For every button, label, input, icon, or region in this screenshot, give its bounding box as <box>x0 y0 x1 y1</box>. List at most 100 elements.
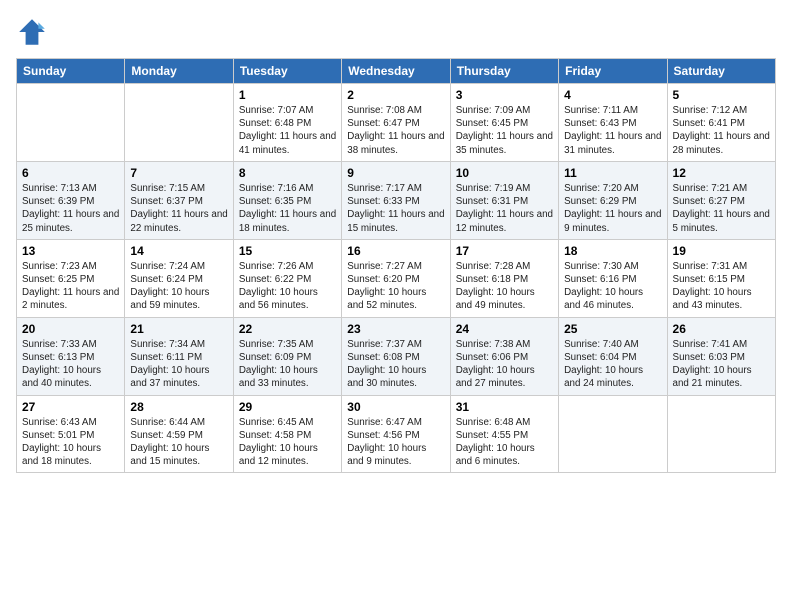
calendar-cell: 19 Sunrise: 7:31 AM Sunset: 6:15 PM Dayli… <box>667 239 775 317</box>
day-number: 7 <box>130 166 227 180</box>
calendar-cell: 13Sunrise: 7:23 AM Sunset: 6:25 PM Dayli… <box>17 239 125 317</box>
day-number: 22 <box>239 322 336 336</box>
day-number: 31 <box>456 400 553 414</box>
day-number: 9 <box>347 166 444 180</box>
day-number: 6 <box>22 166 119 180</box>
day-detail: Sunrise: 7:13 AM Sunset: 6:39 PM Dayligh… <box>22 182 119 235</box>
day-number: 16 <box>347 244 444 258</box>
calendar-table: SundayMondayTuesdayWednesdayThursdayFrid… <box>16 58 776 473</box>
weekday-header: Friday <box>559 59 667 84</box>
day-detail: Sunrise: 7:30 AM Sunset: 6:16 PM Dayligh… <box>564 260 661 313</box>
calendar-cell: 15Sunrise: 7:26 AM Sunset: 6:22 PM Dayli… <box>233 239 341 317</box>
calendar-cell: 14 Sunrise: 7:24 AM Sunset: 6:24 PM Dayli… <box>125 239 233 317</box>
day-detail: Sunrise: 7:26 AM Sunset: 6:22 PM Dayligh… <box>239 260 336 313</box>
calendar-cell: 16 Sunrise: 7:27 AM Sunset: 6:20 PM Dayli… <box>342 239 450 317</box>
day-detail: Sunrise: 7:34 AM Sunset: 6:11 PM Dayligh… <box>130 338 227 391</box>
calendar-cell <box>125 84 233 162</box>
day-number: 23 <box>347 322 444 336</box>
calendar-cell: 7 Sunrise: 7:15 AM Sunset: 6:37 PM Daylig… <box>125 161 233 239</box>
day-number: 24 <box>456 322 553 336</box>
day-detail: Sunrise: 7:35 AM Sunset: 6:09 PM Dayligh… <box>239 338 336 391</box>
day-detail: Sunrise: 6:45 AM Sunset: 4:58 PM Dayligh… <box>239 416 336 469</box>
day-detail: Sunrise: 7:37 AM Sunset: 6:08 PM Dayligh… <box>347 338 444 391</box>
day-number: 1 <box>239 88 336 102</box>
day-detail: Sunrise: 6:44 AM Sunset: 4:59 PM Dayligh… <box>130 416 227 469</box>
day-number: 19 <box>673 244 770 258</box>
day-detail: Sunrise: 6:43 AM Sunset: 5:01 PM Dayligh… <box>22 416 119 469</box>
day-detail: Sunrise: 7:16 AM Sunset: 6:35 PM Dayligh… <box>239 182 336 235</box>
day-detail: Sunrise: 7:15 AM Sunset: 6:37 PM Dayligh… <box>130 182 227 235</box>
calendar-cell: 4 Sunrise: 7:11 AM Sunset: 6:43 PM Daylig… <box>559 84 667 162</box>
calendar-week-row: 1 Sunrise: 7:07 AM Sunset: 6:48 PM Daylig… <box>17 84 776 162</box>
page-header <box>16 16 776 48</box>
day-number: 28 <box>130 400 227 414</box>
calendar-cell: 5 Sunrise: 7:12 AM Sunset: 6:41 PM Daylig… <box>667 84 775 162</box>
day-number: 4 <box>564 88 661 102</box>
day-detail: Sunrise: 7:07 AM Sunset: 6:48 PM Dayligh… <box>239 104 336 157</box>
weekday-header: Wednesday <box>342 59 450 84</box>
calendar-cell: 29 Sunrise: 6:45 AM Sunset: 4:58 PM Dayli… <box>233 395 341 473</box>
calendar-cell <box>667 395 775 473</box>
calendar-cell: 12 Sunrise: 7:21 AM Sunset: 6:27 PM Dayli… <box>667 161 775 239</box>
day-detail: Sunrise: 7:17 AM Sunset: 6:33 PM Dayligh… <box>347 182 444 235</box>
day-number: 20 <box>22 322 119 336</box>
day-number: 21 <box>130 322 227 336</box>
weekday-header: Tuesday <box>233 59 341 84</box>
calendar-cell: 17 Sunrise: 7:28 AM Sunset: 6:18 PM Dayli… <box>450 239 558 317</box>
day-number: 12 <box>673 166 770 180</box>
weekday-header: Saturday <box>667 59 775 84</box>
day-detail: Sunrise: 7:33 AM Sunset: 6:13 PM Dayligh… <box>22 338 119 391</box>
day-number: 2 <box>347 88 444 102</box>
day-number: 27 <box>22 400 119 414</box>
calendar-cell: 11 Sunrise: 7:20 AM Sunset: 6:29 PM Dayli… <box>559 161 667 239</box>
day-detail: Sunrise: 7:31 AM Sunset: 6:15 PM Dayligh… <box>673 260 770 313</box>
calendar-cell: 2 Sunrise: 7:08 AM Sunset: 6:47 PM Daylig… <box>342 84 450 162</box>
day-number: 13 <box>22 244 119 258</box>
day-detail: Sunrise: 7:19 AM Sunset: 6:31 PM Dayligh… <box>456 182 553 235</box>
day-detail: Sunrise: 7:38 AM Sunset: 6:06 PM Dayligh… <box>456 338 553 391</box>
calendar-cell: 3Sunrise: 7:09 AM Sunset: 6:45 PM Daylig… <box>450 84 558 162</box>
calendar-cell: 27 Sunrise: 6:43 AM Sunset: 5:01 PM Dayli… <box>17 395 125 473</box>
day-detail: Sunrise: 7:21 AM Sunset: 6:27 PM Dayligh… <box>673 182 770 235</box>
day-detail: Sunrise: 7:08 AM Sunset: 6:47 PM Dayligh… <box>347 104 444 157</box>
day-number: 11 <box>564 166 661 180</box>
logo <box>16 16 52 48</box>
calendar-week-row: 27 Sunrise: 6:43 AM Sunset: 5:01 PM Dayli… <box>17 395 776 473</box>
day-detail: Sunrise: 7:27 AM Sunset: 6:20 PM Dayligh… <box>347 260 444 313</box>
day-detail: Sunrise: 7:12 AM Sunset: 6:41 PM Dayligh… <box>673 104 770 157</box>
calendar-cell: 25Sunrise: 7:40 AM Sunset: 6:04 PM Dayli… <box>559 317 667 395</box>
calendar-cell: 6 Sunrise: 7:13 AM Sunset: 6:39 PM Daylig… <box>17 161 125 239</box>
day-number: 5 <box>673 88 770 102</box>
day-detail: Sunrise: 7:11 AM Sunset: 6:43 PM Dayligh… <box>564 104 661 157</box>
day-detail: Sunrise: 7:28 AM Sunset: 6:18 PM Dayligh… <box>456 260 553 313</box>
calendar-cell: 10Sunrise: 7:19 AM Sunset: 6:31 PM Dayli… <box>450 161 558 239</box>
day-number: 29 <box>239 400 336 414</box>
calendar-cell <box>17 84 125 162</box>
day-number: 30 <box>347 400 444 414</box>
day-number: 8 <box>239 166 336 180</box>
calendar-cell: 28 Sunrise: 6:44 AM Sunset: 4:59 PM Dayli… <box>125 395 233 473</box>
calendar-cell: 26Sunrise: 7:41 AM Sunset: 6:03 PM Dayli… <box>667 317 775 395</box>
calendar-week-row: 13Sunrise: 7:23 AM Sunset: 6:25 PM Dayli… <box>17 239 776 317</box>
weekday-header: Thursday <box>450 59 558 84</box>
calendar-cell: 30 Sunrise: 6:47 AM Sunset: 4:56 PM Dayli… <box>342 395 450 473</box>
weekday-header: Sunday <box>17 59 125 84</box>
calendar-header-row: SundayMondayTuesdayWednesdayThursdayFrid… <box>17 59 776 84</box>
calendar-cell: 9 Sunrise: 7:17 AM Sunset: 6:33 PM Daylig… <box>342 161 450 239</box>
day-detail: Sunrise: 6:48 AM Sunset: 4:55 PM Dayligh… <box>456 416 553 469</box>
day-number: 17 <box>456 244 553 258</box>
calendar-cell: 1 Sunrise: 7:07 AM Sunset: 6:48 PM Daylig… <box>233 84 341 162</box>
day-number: 14 <box>130 244 227 258</box>
day-detail: Sunrise: 7:41 AM Sunset: 6:03 PM Dayligh… <box>673 338 770 391</box>
calendar-week-row: 6 Sunrise: 7:13 AM Sunset: 6:39 PM Daylig… <box>17 161 776 239</box>
day-detail: Sunrise: 7:20 AM Sunset: 6:29 PM Dayligh… <box>564 182 661 235</box>
calendar-cell <box>559 395 667 473</box>
day-detail: Sunrise: 6:47 AM Sunset: 4:56 PM Dayligh… <box>347 416 444 469</box>
day-detail: Sunrise: 7:24 AM Sunset: 6:24 PM Dayligh… <box>130 260 227 313</box>
calendar-cell: 24 Sunrise: 7:38 AM Sunset: 6:06 PM Dayli… <box>450 317 558 395</box>
calendar-cell: 8 Sunrise: 7:16 AM Sunset: 6:35 PM Daylig… <box>233 161 341 239</box>
calendar-cell: 31 Sunrise: 6:48 AM Sunset: 4:55 PM Dayli… <box>450 395 558 473</box>
logo-icon <box>16 16 48 48</box>
day-detail: Sunrise: 7:09 AM Sunset: 6:45 PM Dayligh… <box>456 104 553 157</box>
day-number: 25 <box>564 322 661 336</box>
